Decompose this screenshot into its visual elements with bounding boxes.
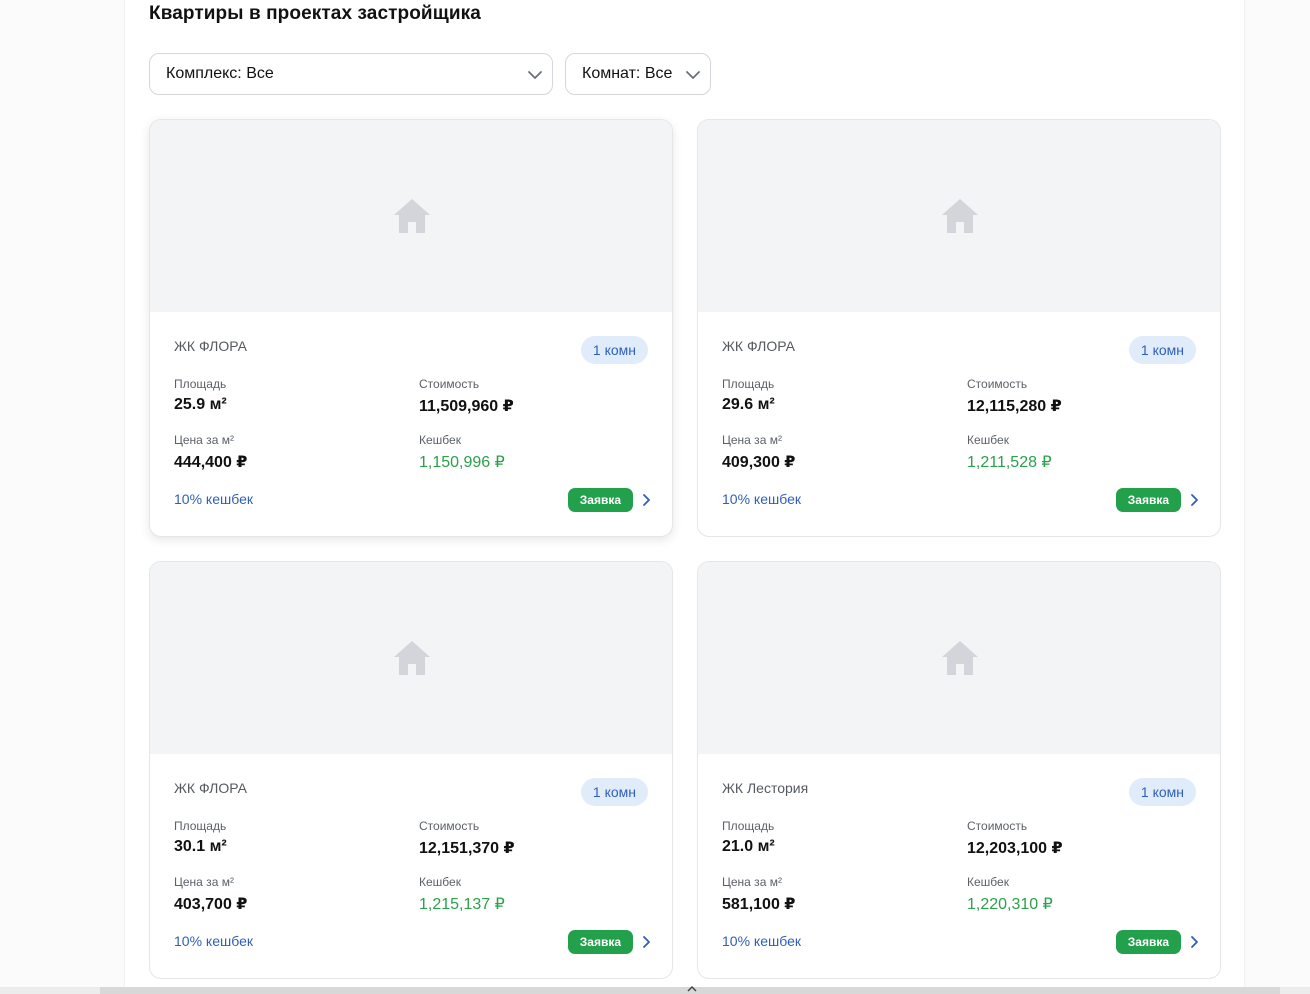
cashback-value: 1,215,137 ₽ bbox=[419, 896, 505, 913]
complex-name: ЖК Лестория bbox=[722, 780, 809, 796]
cashback-link[interactable]: 10% кешбек bbox=[722, 933, 801, 949]
cost-value: 12,115,280 ₽ bbox=[967, 398, 1062, 415]
complex-filter-label: Комплекс: Все bbox=[166, 65, 274, 82]
area-value: 30.1 м² bbox=[174, 838, 227, 855]
cost-value: 12,151,370 ₽ bbox=[419, 840, 515, 857]
rooms-badge: 1 комн bbox=[1128, 778, 1196, 806]
complex-name: ЖК ФЛОРА bbox=[174, 338, 247, 354]
complex-name: ЖК ФЛОРА bbox=[174, 780, 247, 796]
price-per-m2-label: Цена за м² bbox=[722, 875, 782, 889]
area-value: 21.0 м² bbox=[722, 838, 775, 855]
complex-filter-select[interactable]: Комплекс: Все bbox=[149, 53, 553, 95]
price-per-m2-value: 403,700 ₽ bbox=[174, 896, 248, 913]
cashback-label: Кешбек bbox=[967, 875, 1009, 889]
cost-label: Стоимость bbox=[419, 819, 480, 833]
home-icon bbox=[394, 641, 430, 675]
price-per-m2-value: 444,400 ₽ bbox=[174, 454, 248, 471]
rooms-badge: 1 комн bbox=[580, 778, 648, 806]
chevron-right-icon[interactable] bbox=[1188, 492, 1200, 508]
price-per-m2-label: Цена за м² bbox=[174, 433, 234, 447]
apartment-photo-placeholder bbox=[698, 562, 1220, 754]
cashback-label: Кешбек bbox=[419, 433, 461, 447]
rooms-badge: 1 комн bbox=[1128, 336, 1196, 364]
cost-label: Стоимость bbox=[967, 377, 1028, 391]
cost-label: Стоимость bbox=[419, 377, 480, 391]
area-label: Площадь bbox=[174, 819, 227, 833]
complex-name: ЖК ФЛОРА bbox=[722, 338, 795, 354]
apartment-card[interactable]: ЖК ФЛОРА 1 комн Площадь 29.6 м² Стоимост… bbox=[697, 119, 1221, 537]
area-label: Площадь bbox=[722, 819, 775, 833]
cashback-link[interactable]: 10% кешбек bbox=[174, 491, 253, 507]
home-icon bbox=[942, 641, 978, 675]
price-per-m2-label: Цена за м² bbox=[722, 433, 782, 447]
apartment-card[interactable]: ЖК ФЛОРА 1 комн Площадь 25.9 м² Стоимост… bbox=[149, 119, 673, 537]
cashback-link[interactable]: 10% кешбек bbox=[174, 933, 253, 949]
chevron-down-icon bbox=[528, 71, 542, 79]
apply-button[interactable]: Заявка bbox=[567, 930, 633, 954]
cashback-label: Кешбек bbox=[419, 875, 461, 889]
cashback-value: 1,211,528 ₽ bbox=[967, 454, 1052, 471]
apartment-card[interactable]: ЖК Лестория 1 комн Площадь 21.0 м² Стоим… bbox=[697, 561, 1221, 979]
price-per-m2-value: 581,100 ₽ bbox=[722, 896, 796, 913]
home-icon bbox=[394, 199, 430, 233]
area-label: Площадь bbox=[722, 377, 775, 391]
apartment-card[interactable]: ЖК ФЛОРА 1 комн Площадь 30.1 м² Стоимост… bbox=[149, 561, 673, 979]
chevron-right-icon[interactable] bbox=[1188, 934, 1200, 950]
chevron-right-icon[interactable] bbox=[640, 934, 652, 950]
section-title: Квартиры в проектах застройщика bbox=[149, 3, 481, 24]
price-per-m2-value: 409,300 ₽ bbox=[722, 454, 796, 471]
cashback-value: 1,150,996 ₽ bbox=[419, 454, 505, 471]
cashback-value: 1,220,310 ₽ bbox=[967, 896, 1053, 913]
price-per-m2-label: Цена за м² bbox=[174, 875, 234, 889]
apartment-photo-placeholder bbox=[698, 120, 1220, 312]
cost-value: 12,203,100 ₽ bbox=[967, 840, 1063, 857]
apply-button[interactable]: Заявка bbox=[1115, 488, 1181, 512]
rooms-badge: 1 комн bbox=[580, 336, 648, 364]
cost-value: 11,509,960 ₽ bbox=[419, 398, 514, 415]
home-icon bbox=[942, 199, 978, 233]
rooms-filter-label: Комнат: Все bbox=[582, 65, 673, 82]
apartment-photo-placeholder bbox=[150, 562, 672, 754]
area-label: Площадь bbox=[174, 377, 227, 391]
rooms-filter-select[interactable]: Комнат: Все bbox=[565, 53, 711, 95]
apply-button[interactable]: Заявка bbox=[1115, 930, 1181, 954]
cost-label: Стоимость bbox=[967, 819, 1028, 833]
cashback-label: Кешбек bbox=[967, 433, 1009, 447]
apartment-photo-placeholder bbox=[150, 120, 672, 312]
cashback-link[interactable]: 10% кешбек bbox=[722, 491, 801, 507]
chevron-up-icon[interactable] bbox=[686, 985, 698, 993]
area-value: 25.9 м² bbox=[174, 396, 227, 413]
area-value: 29.6 м² bbox=[722, 396, 775, 413]
chevron-down-icon bbox=[686, 71, 700, 79]
chevron-right-icon[interactable] bbox=[640, 492, 652, 508]
apply-button[interactable]: Заявка bbox=[567, 488, 633, 512]
horizontal-scrollbar[interactable] bbox=[0, 987, 1310, 994]
